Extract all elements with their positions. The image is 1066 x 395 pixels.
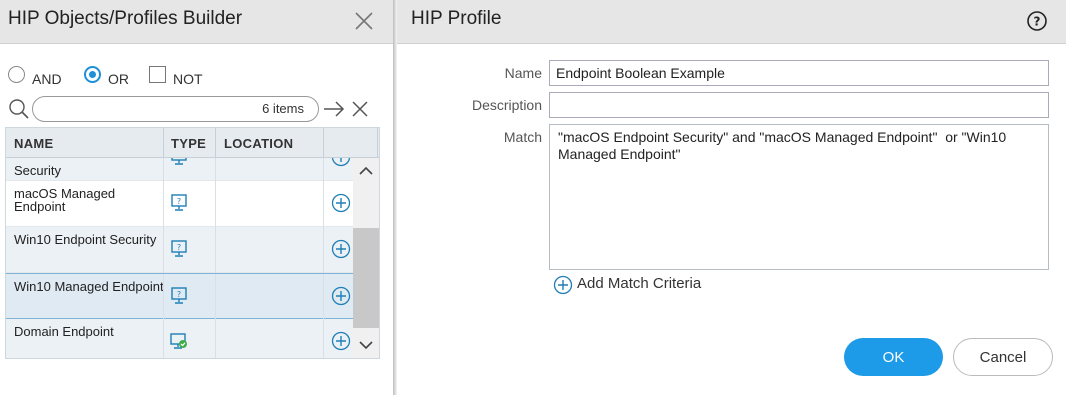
- cell-divider: [323, 274, 324, 320]
- svg-text:?: ?: [177, 197, 181, 206]
- hip-object-icon: ?: [171, 240, 187, 257]
- svg-text:?: ?: [177, 290, 181, 299]
- column-divider: [323, 128, 324, 158]
- help-icon[interactable]: ?: [1026, 10, 1048, 32]
- hip-profile-panel: HIP Profile ? Name Description Match "ma…: [397, 0, 1066, 395]
- objects-builder-panel: HIP Objects/Profiles Builder AND OR NOT …: [0, 0, 393, 395]
- cancel-button[interactable]: Cancel: [953, 338, 1053, 376]
- hip-builder-window: HIP Objects/Profiles Builder AND OR NOT …: [0, 0, 1066, 395]
- cell-divider: [163, 227, 164, 273]
- row-name: Win10 Endpoint Security: [14, 232, 157, 247]
- items-count: 6 items: [262, 101, 304, 116]
- builder-header: HIP Objects/Profiles Builder: [0, 0, 393, 44]
- match-field[interactable]: "macOS Endpoint Security" and "macOS Man…: [549, 124, 1049, 270]
- scrollbar-thumb[interactable]: [353, 228, 379, 328]
- column-name[interactable]: NAME: [14, 136, 53, 151]
- column-divider: [215, 128, 216, 158]
- row-name: Domain Endpoint: [14, 324, 114, 339]
- chevron-up-icon[interactable]: [359, 166, 373, 176]
- or-label: OR: [108, 71, 129, 87]
- column-divider: [377, 128, 378, 158]
- row-name: Security: [14, 163, 61, 178]
- add-circle-icon: [553, 275, 573, 295]
- profile-header: HIP Profile ?: [397, 0, 1066, 44]
- add-circle-icon[interactable]: [331, 286, 351, 306]
- cell-divider: [163, 274, 164, 320]
- hip-object-icon: ?: [171, 287, 187, 304]
- ok-button[interactable]: OK: [844, 338, 943, 376]
- cell-divider: [215, 181, 216, 227]
- builder-title: HIP Objects/Profiles Builder: [8, 8, 243, 29]
- clear-icon[interactable]: [351, 100, 369, 118]
- table-row[interactable]: Win10 Endpoint Security ?: [6, 227, 353, 273]
- search-row: 6 items: [8, 95, 380, 123]
- table-scrollbar[interactable]: [353, 158, 379, 358]
- close-icon[interactable]: [352, 9, 376, 33]
- and-radio[interactable]: [8, 66, 25, 83]
- add-match-criteria-label: Add Match Criteria: [577, 275, 702, 292]
- cell-divider: [215, 227, 216, 273]
- cell-divider: [215, 319, 216, 358]
- cell-divider: [215, 274, 216, 320]
- table-row[interactable]: Domain Endpoint: [6, 319, 353, 358]
- cell-divider: [163, 158, 164, 181]
- hip-object-icon: [171, 158, 187, 165]
- cell-divider: [323, 158, 324, 181]
- or-radio[interactable]: [84, 66, 101, 83]
- table-body: Security macOS Managed Endpoint ? Win10 …: [6, 158, 353, 358]
- table-row-selected[interactable]: Win10 Managed Endpoint ?: [6, 273, 353, 320]
- not-label: NOT: [173, 71, 203, 87]
- description-label: Description: [471, 97, 542, 113]
- hip-object-icon: ?: [171, 194, 187, 211]
- add-circle-icon[interactable]: [331, 239, 351, 259]
- cell-divider: [323, 181, 324, 227]
- not-checkbox[interactable]: [149, 66, 166, 83]
- name-field[interactable]: [549, 60, 1049, 86]
- svg-text:?: ?: [177, 243, 181, 252]
- arrow-right-icon[interactable]: [323, 100, 345, 118]
- add-circle-icon[interactable]: [331, 158, 351, 167]
- cell-divider: [163, 319, 164, 358]
- profile-title: HIP Profile: [411, 8, 502, 29]
- cell-divider: [323, 319, 324, 358]
- hip-profile-icon: [170, 333, 187, 349]
- column-divider: [163, 128, 164, 158]
- column-location[interactable]: LOCATION: [224, 136, 293, 151]
- table-row[interactable]: macOS Managed Endpoint ?: [6, 181, 353, 227]
- description-field[interactable]: [549, 92, 1049, 118]
- cell-divider: [215, 158, 216, 181]
- add-circle-icon[interactable]: [331, 331, 351, 351]
- svg-text:?: ?: [1034, 15, 1041, 29]
- table-row[interactable]: Security: [6, 158, 353, 181]
- objects-table: NAME TYPE LOCATION Security macOS Manage…: [5, 127, 380, 359]
- chevron-down-icon[interactable]: [359, 340, 373, 350]
- cell-divider: [163, 181, 164, 227]
- name-label: Name: [504, 65, 542, 81]
- search-input[interactable]: 6 items: [32, 96, 319, 122]
- add-circle-icon[interactable]: [331, 193, 351, 213]
- table-header: NAME TYPE LOCATION: [6, 128, 379, 158]
- search-icon[interactable]: [8, 98, 30, 120]
- row-name: Win10 Managed Endpoint: [14, 279, 164, 294]
- column-type[interactable]: TYPE: [171, 136, 206, 151]
- cell-divider: [323, 227, 324, 273]
- row-name: macOS Managed Endpoint: [14, 186, 116, 214]
- and-label: AND: [32, 71, 62, 87]
- match-label: Match: [503, 129, 542, 145]
